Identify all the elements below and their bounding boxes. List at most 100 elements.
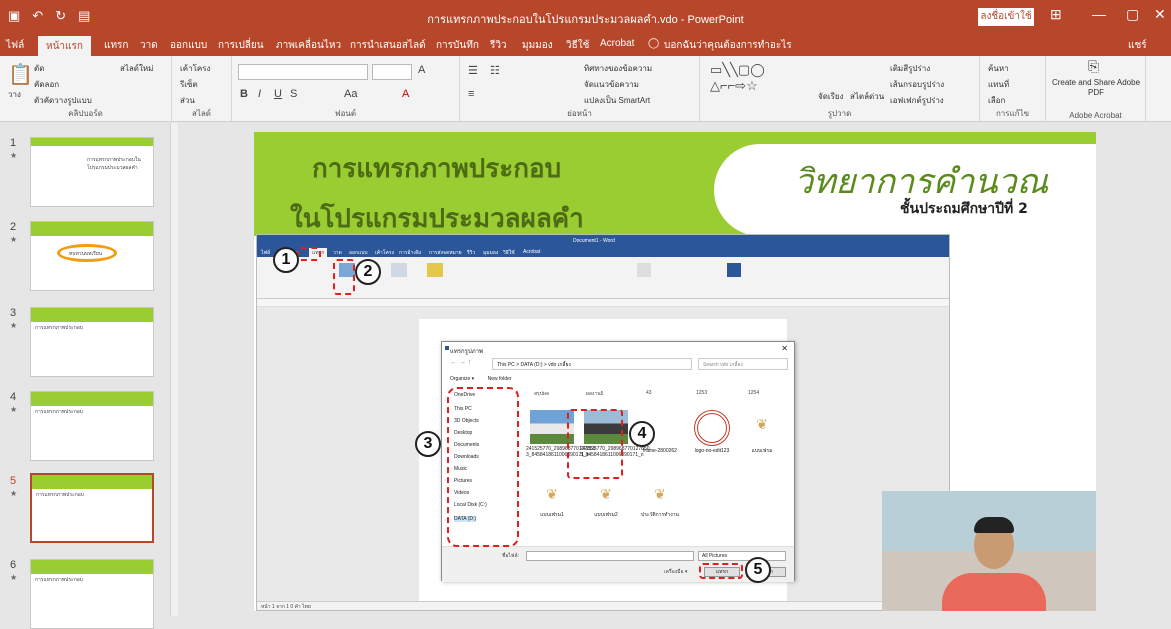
tab-transitions[interactable]: การเปลี่ยน: [218, 38, 264, 53]
file-item[interactable]: ❦ แบบเฟรม2: [580, 486, 632, 536]
text-direction-button[interactable]: ทิศทางของข้อความ: [584, 62, 652, 75]
maximize-icon[interactable]: ▢: [1126, 6, 1139, 23]
word-tab-references: การอ้างอิง: [399, 250, 422, 256]
ribbon-display-icon[interactable]: ⊞: [1050, 6, 1062, 23]
tab-acrobat[interactable]: Acrobat: [600, 38, 634, 49]
step-1-marker: 1: [273, 247, 299, 273]
tab-animations[interactable]: ภาพเคลื่อนไหว: [276, 38, 341, 53]
paste-icon[interactable]: 📋: [8, 62, 33, 87]
slide-thumbnail-4[interactable]: การแทรกภาพประกอบ: [30, 391, 154, 461]
tools-button[interactable]: เครื่องมือ ▾: [664, 568, 687, 576]
arrange-button[interactable]: จัดเรียง: [818, 90, 844, 103]
share-button[interactable]: แชร์: [1128, 38, 1147, 53]
thumb-band: [31, 222, 153, 236]
thumb-title: การแทรกภาพประกอบในโปรแกรมประมวลผลคำ: [87, 157, 141, 171]
clipboard-label: คลิปบอร์ด: [68, 109, 103, 118]
font-size-select[interactable]: [372, 64, 412, 80]
shapes-gallery-row2-icon[interactable]: △⌐⌐⇨☆: [710, 78, 758, 94]
filename-input[interactable]: [526, 551, 694, 561]
tab-view[interactable]: มุมมอง: [522, 38, 553, 53]
word-tab-view: มุมมอง: [483, 250, 499, 256]
layout-button[interactable]: เค้าโครง: [180, 62, 210, 75]
reset-button[interactable]: รีเซ็ต: [180, 78, 198, 91]
thumbnails-scrollbar[interactable]: [170, 123, 178, 616]
icons-icon: [391, 263, 407, 277]
ribbon-tabs: ไฟล์ หน้าแรก แทรก วาด ออกแบบ การเปลี่ยน …: [0, 34, 1171, 56]
shape-effects-button[interactable]: เอฟเฟกต์รูปร่าง: [890, 94, 944, 107]
smartart-button[interactable]: แปลงเป็น SmartArt: [584, 94, 650, 107]
align-icon[interactable]: ≡: [468, 88, 474, 100]
tab-slideshow[interactable]: การนำเสนอสไลด์: [350, 38, 426, 53]
new-slide-button[interactable]: สไลด์ใหม่: [120, 62, 153, 75]
slide-number: 4: [10, 391, 17, 403]
tab-insert[interactable]: แทรก: [104, 38, 128, 53]
tab-home[interactable]: หน้าแรก: [38, 36, 91, 56]
shape-fill-button[interactable]: เติมสีรูปร่าง: [890, 62, 930, 75]
file-thumbnail: ❦: [530, 486, 574, 508]
tab-help[interactable]: วิธีใช้: [566, 38, 589, 53]
underline-icon[interactable]: U: [274, 88, 282, 100]
bullets-icon[interactable]: ☰: [468, 64, 478, 77]
tab-file[interactable]: ไฟล์: [6, 38, 24, 53]
shape-outline-button[interactable]: เส้นกรอบรูปร่าง: [890, 78, 944, 91]
word-status: หน้า 1 จาก 1 0 คำ ไทย: [261, 604, 311, 610]
tab-draw[interactable]: วาด: [140, 38, 158, 53]
bold-icon[interactable]: B: [240, 88, 248, 100]
replace-button[interactable]: แทนที่: [988, 78, 1009, 91]
file-item[interactable]: logo-no-edit123: [686, 410, 738, 480]
step-5-marker: 5: [745, 557, 771, 583]
shadow-icon[interactable]: S: [290, 88, 297, 100]
copy-button[interactable]: คัดลอก: [34, 78, 59, 91]
find-button[interactable]: ค้นหา: [988, 62, 1009, 75]
slide-thumbnail-1[interactable]: การแทรกภาพประกอบในโปรแกรมประมวลผลคำ: [30, 137, 154, 207]
tab-record[interactable]: การบันทึก: [436, 38, 479, 53]
font-name-select[interactable]: [238, 64, 368, 80]
drawing-group: ▭╲╲▢◯ △⌐⌐⇨☆ จัดเรียง สไตล์ด่วน เติมสีรูป…: [700, 56, 980, 122]
file-name: logo-no-edit123: [694, 448, 730, 454]
close-icon[interactable]: ✕: [1154, 6, 1166, 23]
editor-scrollbar[interactable]: [1158, 123, 1171, 616]
dialog-close-icon[interactable]: ✕: [781, 344, 788, 353]
slide-thumbnail-3[interactable]: การแทรกภาพประกอบ: [30, 307, 154, 377]
tab-review[interactable]: รีวิว: [490, 38, 507, 53]
slide-thumbnail-6[interactable]: การแทรกภาพประกอบ: [30, 559, 154, 629]
acrobat-label: Adobe Acrobat: [1069, 111, 1122, 120]
word-tab-mailings: การส่งจดหมาย: [429, 250, 462, 256]
italic-icon[interactable]: I: [258, 88, 261, 100]
slide-thumbnail-5[interactable]: การแทรกภาพประกอบ: [30, 473, 154, 543]
section-button[interactable]: ส่วน: [180, 94, 195, 107]
grow-font-icon[interactable]: A: [418, 64, 425, 76]
align-text-button[interactable]: จัดแนวข้อความ: [584, 78, 639, 91]
format-painter-button[interactable]: ตัวคัดวางรูปแบบ: [34, 94, 92, 107]
numbering-icon[interactable]: ☷: [490, 64, 500, 77]
slide-title-line1[interactable]: การแทรกภาพประกอบ: [312, 148, 561, 189]
nav-arrows-icon[interactable]: ← → ↑: [450, 359, 471, 366]
pdf-icon[interactable]: ⎘: [1088, 58, 1099, 75]
clipboard-group: 📋 วาง ตัด คัดลอก ตัวคัดวางรูปแบบ สไลด์ให…: [0, 56, 172, 122]
slide-title-line2[interactable]: ในโปรแกรมประมวลผลคำ: [290, 198, 584, 239]
slide-grade[interactable]: ชั้นประถมศึกษาปีที่ 2: [900, 198, 1028, 220]
quick-styles-button[interactable]: สไตล์ด่วน: [850, 90, 884, 103]
tell-me-search[interactable]: บอกฉันว่าคุณต้องการทำอะไร: [664, 38, 792, 53]
change-case-icon[interactable]: Aa: [344, 88, 357, 100]
file-item[interactable]: ❦ แบบเฟรม: [736, 410, 788, 480]
select-button[interactable]: เลือก: [988, 94, 1005, 107]
minimize-icon[interactable]: —: [1092, 6, 1106, 22]
word-tab-help: วิธีใช้: [503, 250, 515, 256]
signin-button[interactable]: ลงชื่อเข้าใช้: [978, 8, 1034, 26]
file-item[interactable]: ❦ ประวัติการทำงาน: [634, 486, 686, 536]
filetype-select[interactable]: All Pictures: [698, 551, 786, 561]
search-box[interactable]: Search vdo เกลี้ยง: [698, 358, 788, 370]
new-folder-button[interactable]: New folder: [488, 376, 512, 382]
paste-button[interactable]: วาง: [8, 88, 21, 101]
file-item[interactable]: ❦ แบบเฟรม1: [526, 486, 578, 536]
create-share-pdf-button[interactable]: Create and Share Adobe PDF: [1050, 78, 1142, 97]
shapes-gallery-icon[interactable]: ▭╲╲▢◯: [710, 62, 765, 78]
address-bar[interactable]: This PC > DATA (D:) > vdo เกลี้ยง: [492, 358, 692, 370]
tab-design[interactable]: ออกแบบ: [170, 38, 207, 53]
cut-button[interactable]: ตัด: [34, 62, 44, 75]
slide-thumbnail-2[interactable]: ทบทวนบทเรียน: [30, 221, 154, 291]
word-screenshot[interactable]: Document1 - Word ไฟล์ หน้าแรก แทรก วาด อ…: [256, 234, 950, 611]
font-color-icon[interactable]: A: [402, 88, 409, 100]
organize-button[interactable]: Organize ▾: [450, 376, 474, 382]
